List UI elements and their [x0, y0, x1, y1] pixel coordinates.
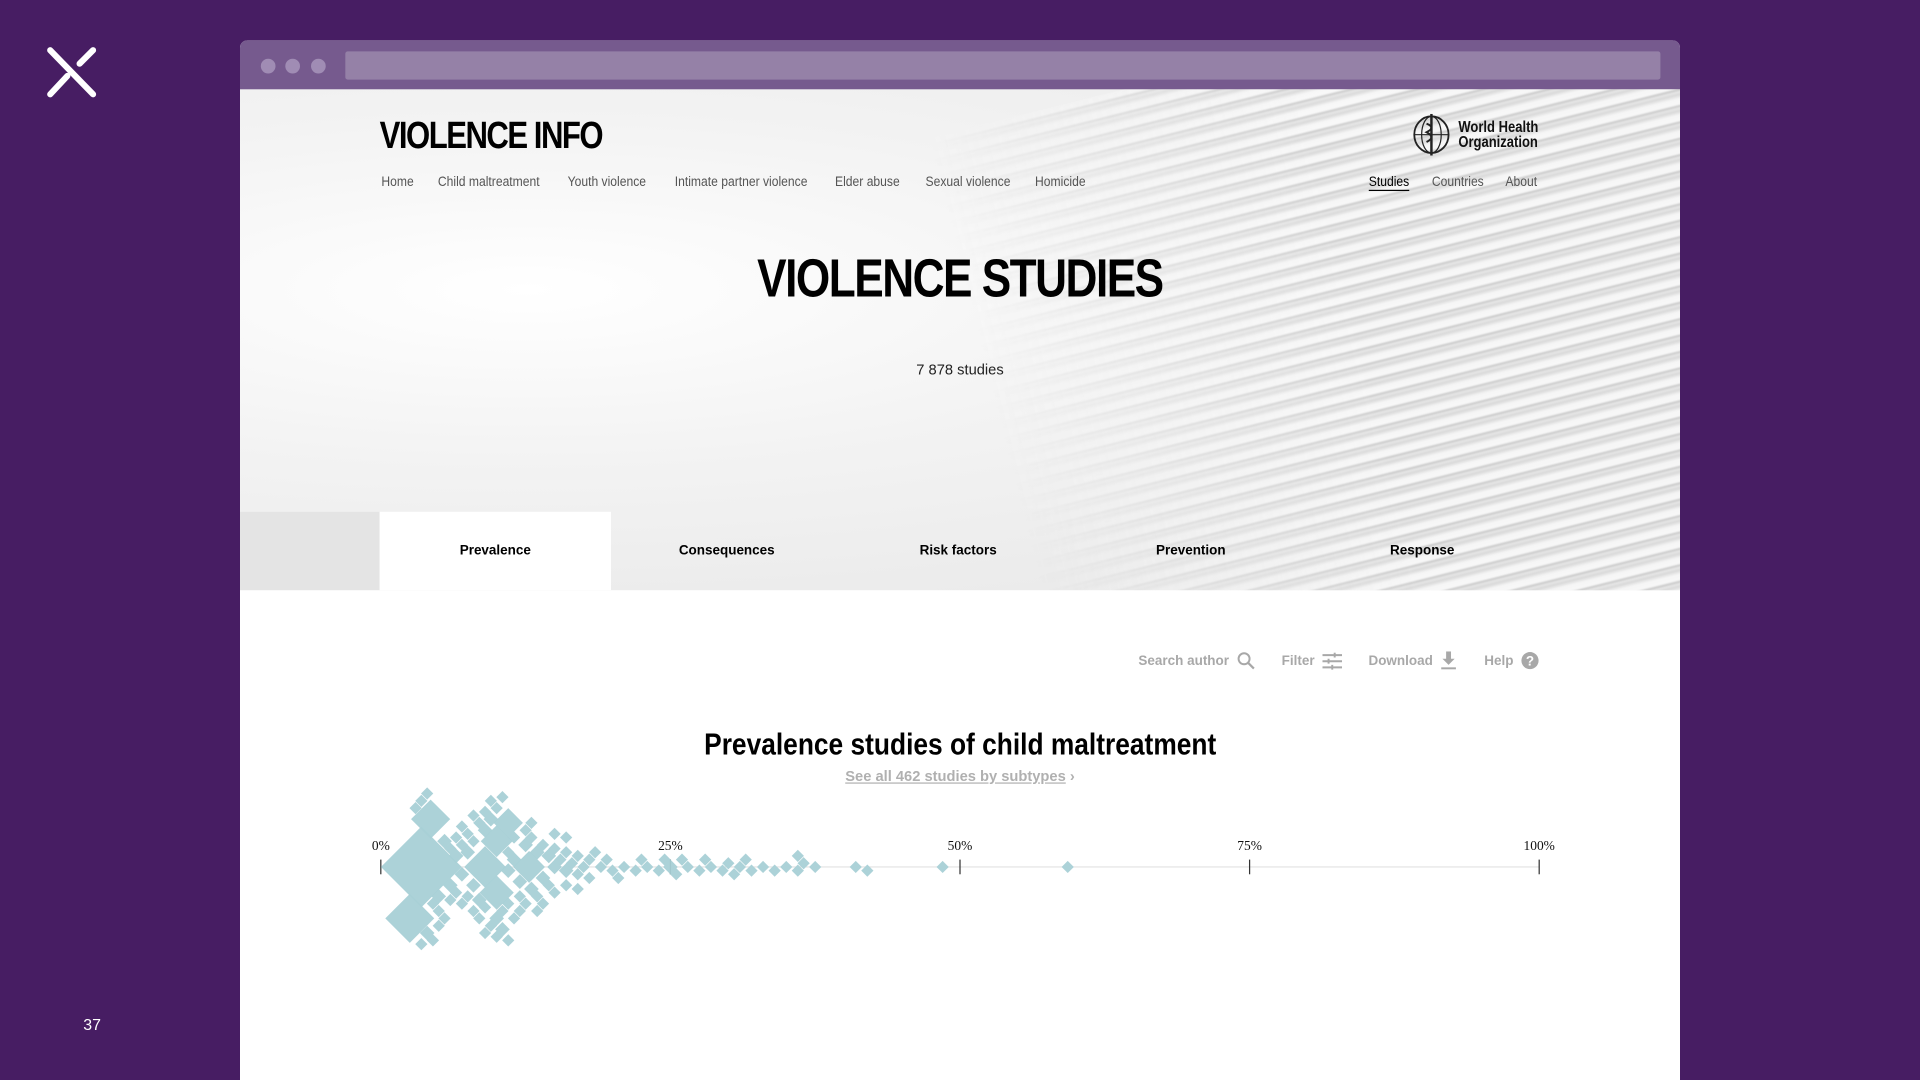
window-maximize-dot[interactable]: [311, 58, 326, 74]
see-all-studies-link[interactable]: See all 462 studies by subtypes: [845, 768, 1066, 785]
chart-title: Prevalence studies of child maltreatment: [240, 727, 1680, 763]
nav-intimate-partner-violence[interactable]: Intimate partner violence: [675, 175, 808, 190]
who-emblem-icon: [1413, 113, 1450, 156]
window-close-dot[interactable]: [260, 58, 276, 74]
nav-youth-violence[interactable]: Youth violence: [567, 175, 645, 190]
nav-child-maltreatment[interactable]: Child maltreatment: [438, 175, 540, 190]
nav-about[interactable]: About: [1506, 175, 1538, 190]
toolbar: Search author Filter Download Help ?: [1138, 651, 1539, 670]
hero-title-text: VIOLENCE STUDIES: [757, 248, 1164, 309]
hero-banner: VIOLENCE INFO World Health Organization …: [240, 89, 1681, 591]
chevron-right-icon: ›: [1069, 767, 1075, 785]
nav-studies[interactable]: Studies: [1369, 175, 1409, 190]
help-label: Help: [1484, 653, 1514, 668]
tabs-spacer: [240, 511, 380, 591]
tab-risk-factors[interactable]: Risk factors: [842, 512, 1073, 590]
browser-chrome: [240, 40, 1681, 90]
studies-count: 7 878 studies: [916, 361, 1004, 379]
main-nav: Home Child maltreatment Youth violence I…: [380, 175, 1089, 190]
browser-window: VIOLENCE INFO World Health Organization …: [240, 40, 1681, 1080]
nav-home[interactable]: Home: [381, 175, 413, 190]
download-label: Download: [1368, 653, 1433, 668]
tab-response[interactable]: Response: [1307, 512, 1538, 590]
svg-text:?: ?: [1526, 654, 1534, 669]
who-logo-text: World Health Organization: [1458, 120, 1538, 151]
tab-prevalence[interactable]: Prevalence: [379, 511, 612, 591]
chart-title-text: Prevalence studies of child maltreatment: [703, 727, 1217, 762]
window-minimize-dot[interactable]: [285, 58, 301, 74]
hero-title: VIOLENCE STUDIES: [240, 249, 1680, 310]
search-author-label: Search author: [1138, 653, 1230, 668]
help-button[interactable]: Help ?: [1484, 651, 1539, 670]
tab-consequences[interactable]: Consequences: [611, 512, 842, 590]
category-tabs: Prevalence Consequences Risk factors Pre…: [240, 511, 1680, 591]
search-icon: [1237, 652, 1255, 670]
address-bar[interactable]: [345, 51, 1661, 80]
nav-homicide[interactable]: Homicide: [1035, 175, 1086, 190]
search-author-button[interactable]: Search author: [1138, 651, 1255, 670]
download-button[interactable]: Download: [1368, 651, 1457, 670]
see-all-studies: See all 462 studies by subtypes ›: [240, 768, 1680, 785]
nav-elder-abuse[interactable]: Elder abuse: [835, 175, 900, 190]
slide: 37 VIOLENCE INFO World Health Organizati…: [0, 0, 1920, 1080]
slide-number: 37: [83, 1015, 101, 1034]
filter-sliders-icon: [1321, 652, 1342, 670]
site-title[interactable]: VIOLENCE INFO: [380, 114, 604, 158]
download-icon: [1441, 651, 1457, 670]
secondary-nav: Studies Countries About: [1367, 175, 1539, 190]
help-question-icon: ?: [1521, 652, 1539, 670]
tab-prevention[interactable]: Prevention: [1075, 512, 1306, 590]
nav-sexual-violence[interactable]: Sexual violence: [926, 175, 1011, 190]
x-logo-icon: [47, 47, 97, 98]
filter-button[interactable]: Filter: [1281, 651, 1342, 670]
who-logo[interactable]: World Health Organization: [1408, 113, 1552, 156]
who-line-2: Organization: [1458, 133, 1538, 151]
filter-label: Filter: [1281, 653, 1315, 668]
nav-countries[interactable]: Countries: [1432, 175, 1484, 190]
